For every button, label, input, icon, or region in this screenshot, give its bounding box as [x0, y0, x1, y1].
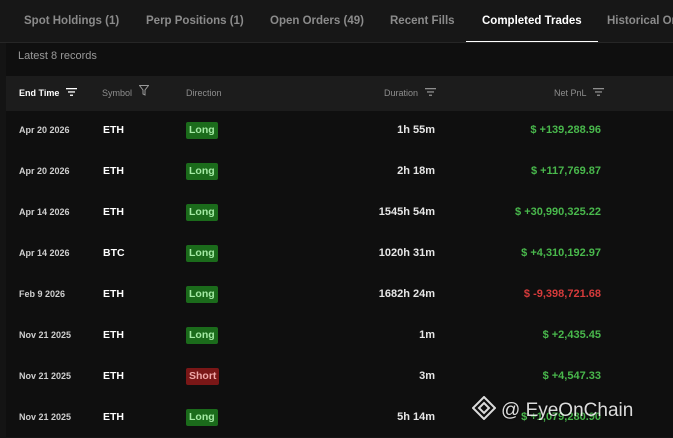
completed-trades-panel: Latest 8 records End Time Symbol Directi… [6, 43, 673, 437]
tab-perp-positions[interactable]: Perp Positions (1) [146, 0, 244, 42]
direction-cell: Long [186, 151, 218, 192]
column-direction: Direction [186, 88, 222, 98]
end-time-cell: Nov 21 2025 [19, 412, 72, 422]
direction-badge: Long [186, 409, 218, 427]
watermark-text: @ EyeOnChain [501, 400, 634, 421]
table-header: End Time Symbol Direction Duration Net P… [6, 76, 673, 111]
end-time-cell: Nov 21 2025 [19, 371, 72, 381]
column-duration-label: Duration [384, 88, 419, 98]
symbol-cell: ETH [103, 370, 124, 382]
table-row[interactable]: Apr 20 2026 ETH Long 2h 18m $ +117,769.8… [6, 151, 673, 192]
direction-cell: Long [186, 233, 218, 274]
table-row[interactable]: Nov 21 2025 ETH Short 3m $ +4,547.33 [6, 356, 673, 397]
watermark: @ EyeOnChain [471, 395, 634, 426]
direction-badge: Long [186, 327, 218, 345]
duration-cell: 5h 14m [397, 411, 435, 423]
duration-cell: 1h 55m [397, 124, 435, 136]
records-count: Latest 8 records [18, 50, 97, 62]
direction-cell: Long [186, 315, 218, 356]
duration-cell: 1682h 24m [378, 288, 435, 300]
net-pnl-cell: $ +4,310,192.97 [521, 247, 601, 259]
end-time-cell: Feb 9 2026 [19, 289, 66, 299]
symbol-cell: BTC [103, 247, 125, 259]
symbol-cell: ETH [103, 124, 124, 136]
symbol-cell: ETH [103, 329, 124, 341]
direction-cell: Long [186, 397, 218, 438]
duration-cell: 1m [419, 329, 435, 341]
table-row[interactable]: Nov 21 2025 ETH Long 1m $ +2,435.45 [6, 315, 673, 356]
column-end-time-label: End Time [19, 88, 60, 98]
net-pnl-cell: $ +139,288.96 [530, 124, 601, 136]
filter-icon[interactable] [138, 76, 150, 111]
net-pnl-cell: $ +4,547.33 [542, 370, 601, 382]
end-time-cell: Apr 20 2026 [19, 166, 70, 176]
column-duration[interactable]: Duration [384, 76, 436, 111]
column-end-time[interactable]: End Time [19, 76, 77, 111]
tab-open-orders[interactable]: Open Orders (49) [270, 0, 364, 42]
end-time-cell: Apr 20 2026 [19, 125, 70, 135]
tab-bar: Spot Holdings (1) Perp Positions (1) Ope… [0, 0, 673, 43]
direction-cell: Long [186, 274, 218, 315]
sort-icon [424, 76, 436, 111]
direction-badge: Long [186, 204, 218, 222]
net-pnl-cell: $ -9,398,721.68 [523, 288, 601, 300]
table-row[interactable]: Apr 20 2026 ETH Long 1h 55m $ +139,288.9… [6, 110, 673, 151]
direction-cell: Short [186, 356, 220, 397]
direction-badge: Long [186, 122, 218, 140]
sort-icon [65, 76, 77, 111]
symbol-cell: ETH [103, 288, 124, 300]
duration-cell: 1545h 54m [378, 206, 435, 218]
duration-cell: 1020h 31m [378, 247, 435, 259]
end-time-cell: Nov 21 2025 [19, 330, 72, 340]
direction-badge: Long [186, 245, 218, 263]
tab-recent-fills[interactable]: Recent Fills [390, 0, 455, 42]
tab-spot-holdings[interactable]: Spot Holdings (1) [24, 0, 119, 42]
direction-cell: Long [186, 110, 218, 151]
direction-cell: Long [186, 192, 218, 233]
symbol-cell: ETH [103, 165, 124, 177]
direction-badge: Short [186, 368, 220, 386]
symbol-cell: ETH [103, 411, 124, 423]
net-pnl-cell: $ +2,435.45 [542, 329, 601, 341]
net-pnl-cell: $ +30,990,325.22 [515, 206, 601, 218]
symbol-cell: ETH [103, 206, 124, 218]
column-symbol-label: Symbol [102, 88, 133, 98]
direction-badge: Long [186, 286, 218, 304]
tab-historical-orders[interactable]: Historical Ord [607, 0, 673, 42]
direction-badge: Long [186, 163, 218, 181]
column-net-pnl[interactable]: Net PnL [554, 76, 604, 111]
table-row[interactable]: Apr 14 2026 ETH Long 1545h 54m $ +30,990… [6, 192, 673, 233]
column-net-pnl-label: Net PnL [554, 88, 587, 98]
sort-icon [592, 76, 604, 111]
net-pnl-cell: $ +117,769.87 [530, 165, 601, 177]
diamond-logo-icon [471, 395, 497, 426]
end-time-cell: Apr 14 2026 [19, 207, 70, 217]
table-row[interactable]: Feb 9 2026 ETH Long 1682h 24m $ -9,398,7… [6, 274, 673, 315]
duration-cell: 3m [419, 370, 435, 382]
end-time-cell: Apr 14 2026 [19, 248, 70, 258]
table-row[interactable]: Apr 14 2026 BTC Long 1020h 31m $ +4,310,… [6, 233, 673, 274]
duration-cell: 2h 18m [397, 165, 435, 177]
tab-completed-trades[interactable]: Completed Trades [466, 0, 598, 42]
column-symbol[interactable]: Symbol [102, 76, 150, 111]
